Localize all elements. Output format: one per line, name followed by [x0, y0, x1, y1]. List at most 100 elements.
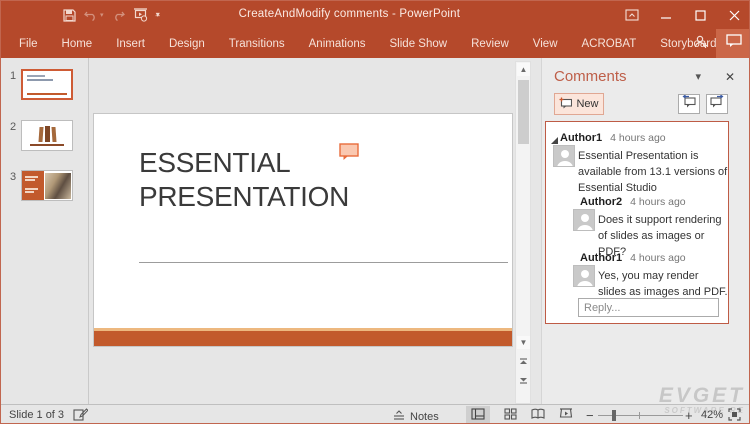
minus-icon: −	[586, 408, 594, 423]
minimize-icon	[661, 10, 672, 21]
tab-review[interactable]: Review	[459, 29, 521, 58]
normal-view-button[interactable]	[466, 406, 490, 424]
tab-transitions[interactable]: Transitions	[217, 29, 297, 58]
maximize-button[interactable]	[683, 1, 717, 29]
avatar	[573, 209, 595, 231]
slide-canvas[interactable]: ESSENTIAL PRESENTATION	[93, 113, 513, 347]
tab-insert[interactable]: Insert	[104, 29, 157, 58]
pane-close-button[interactable]: ✕	[725, 70, 735, 84]
undo-icon	[84, 9, 98, 21]
zoom-slider-center-tick	[639, 412, 640, 419]
comment-bubble-icon	[726, 34, 742, 53]
slide-thumbnail-panel: 1 2 3	[1, 58, 89, 404]
comment-author: Author1	[560, 132, 602, 144]
comment-marker-icon	[339, 148, 360, 165]
previous-slide-button[interactable]	[517, 357, 530, 370]
save-button[interactable]	[59, 4, 80, 26]
redo-icon	[112, 9, 125, 21]
pane-options-button[interactable]: ▾	[695, 70, 701, 83]
previous-slide-icon	[519, 358, 528, 369]
tab-design[interactable]: Design	[157, 29, 217, 58]
proofing-status-button[interactable]	[73, 408, 88, 424]
reply-input[interactable]	[578, 298, 719, 317]
share-button[interactable]	[693, 34, 709, 55]
redo-button[interactable]	[108, 4, 129, 26]
title-bar: ▾ ▾‒ CreateAndModify comments - PowerPoi…	[1, 1, 750, 29]
new-comment-label: New	[576, 98, 598, 110]
reading-view-button[interactable]	[526, 406, 550, 424]
comment-text: Essential Presentation is available from…	[578, 148, 728, 196]
comment-time: 4 hours ago	[630, 252, 685, 264]
new-comment-button[interactable]: New	[554, 93, 604, 115]
normal-view-icon	[471, 407, 485, 424]
previous-comment-button[interactable]	[678, 94, 700, 114]
zoom-slider-track[interactable]	[598, 415, 683, 416]
undo-button[interactable]: ▾	[80, 4, 108, 26]
next-slide-icon	[519, 375, 528, 386]
notes-label: Notes	[410, 411, 439, 423]
next-slide-button[interactable]	[517, 374, 530, 387]
ribbon-display-options-button[interactable]	[615, 1, 649, 29]
thumbnail-slide-3[interactable]	[21, 170, 73, 201]
zoom-out-button[interactable]: −	[586, 406, 594, 424]
scroll-down-button[interactable]: ▼	[517, 336, 530, 349]
comment-author: Author1	[580, 252, 622, 264]
proofing-icon	[73, 408, 88, 424]
tab-acrobat[interactable]: ACROBAT	[570, 29, 649, 58]
customize-qat-button[interactable]: ▾‒	[152, 4, 164, 26]
maximize-icon	[695, 10, 706, 21]
comment-thread[interactable]: Author1 4 hours ago Essential Presentatio…	[545, 121, 729, 324]
slide-sorter-view-button[interactable]	[498, 406, 522, 424]
undo-dropdown-icon: ▾	[100, 11, 104, 19]
slide-indicator: Slide 1 of 3	[9, 409, 64, 421]
chevron-down-icon: ▾	[695, 71, 701, 83]
notes-toggle-button[interactable]: Notes	[393, 408, 439, 424]
scrollbar-thumb[interactable]	[518, 80, 529, 144]
comment-text: Yes, you may render slides as images and…	[598, 268, 728, 300]
slide-comment-marker[interactable]	[339, 143, 360, 166]
plus-icon: +	[685, 408, 693, 423]
zoom-level: 42%	[701, 409, 723, 421]
thumbnail-number: 1	[10, 70, 16, 82]
thumbnail-number: 3	[10, 171, 16, 183]
tab-view[interactable]: View	[521, 29, 570, 58]
tab-animations[interactable]: Animations	[297, 29, 378, 58]
avatar	[553, 145, 575, 167]
zoom-slider-thumb[interactable]	[612, 410, 616, 421]
comment-author: Author2	[580, 196, 622, 208]
ribbon-display-options-icon	[625, 9, 639, 21]
scroll-up-button[interactable]: ▲	[517, 63, 530, 76]
window-title: CreateAndModify comments - PowerPoint	[239, 8, 461, 20]
minimize-button[interactable]	[649, 1, 683, 29]
reading-view-icon	[531, 407, 545, 424]
tab-slide-show[interactable]: Slide Show	[378, 29, 460, 58]
zoom-in-button[interactable]: +	[685, 406, 693, 424]
next-comment-button[interactable]	[706, 94, 728, 114]
arrow-up-icon: ▲	[520, 65, 528, 74]
show-comments-button[interactable]	[716, 29, 750, 58]
tab-file[interactable]: File	[1, 29, 50, 58]
slide-sorter-icon	[504, 407, 517, 424]
comment-item: Author14 hours ago Essential Presentatio…	[546, 128, 730, 196]
customize-qat-icon: ▾‒	[156, 11, 160, 20]
slide-show-icon	[559, 407, 573, 424]
slide-title-text[interactable]: ESSENTIAL PRESENTATION	[139, 146, 349, 214]
previous-comment-icon	[682, 95, 696, 113]
thumbnail-number: 2	[10, 121, 16, 133]
slide-accent-strip-dark	[94, 331, 512, 346]
fit-slide-to-window-button[interactable]	[728, 408, 741, 424]
thumbnail-slide-2[interactable]	[21, 120, 73, 151]
comment-item: Author1 4 hours ago Yes, you may render s…	[546, 248, 730, 300]
notes-icon	[393, 408, 405, 424]
close-icon: ✕	[725, 70, 735, 84]
tab-home[interactable]: Home	[50, 29, 105, 58]
start-from-beginning-button[interactable]	[129, 4, 152, 26]
avatar	[573, 265, 595, 287]
ribbon-tab-row: File Home Insert Design Transitions Anim…	[1, 29, 750, 58]
start-slideshow-icon	[133, 8, 148, 22]
editor-vertical-scrollbar: ▲ ▼	[515, 61, 531, 404]
thumbnail-slide-1[interactable]	[21, 69, 73, 100]
close-button[interactable]	[717, 1, 750, 29]
slide-show-view-button[interactable]	[554, 406, 578, 424]
comments-pane-title: Comments	[554, 68, 627, 85]
